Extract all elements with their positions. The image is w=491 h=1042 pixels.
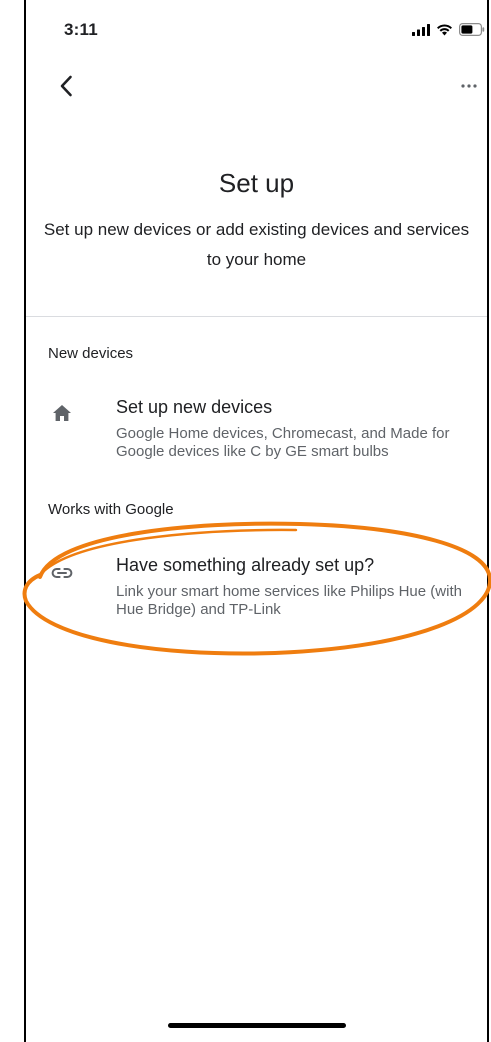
page-header: Set up Set up new devices or add existin…	[26, 168, 487, 275]
page-subtitle: Set up new devices or add existing devic…	[43, 220, 470, 269]
chevron-left-icon	[60, 75, 72, 97]
back-button[interactable]	[52, 72, 80, 100]
more-options-button[interactable]	[455, 74, 483, 98]
item-description: Link your smart home services like Phili…	[116, 583, 462, 618]
item-description: Google Home devices, Chromecast, and Mad…	[116, 425, 450, 460]
home-icon	[50, 401, 74, 425]
item-text: Set up new devices Google Home devices, …	[116, 396, 483, 461]
cellular-signal-icon	[412, 23, 430, 41]
link-icon	[50, 561, 74, 585]
item-text: Have something already set up? Link your…	[116, 554, 483, 619]
status-time: 3:11	[64, 20, 98, 39]
wifi-icon	[436, 23, 453, 41]
home-indicator	[167, 1023, 346, 1028]
header-divider	[26, 316, 487, 317]
app-screen: 3:11 Set up Set up new devices or add ex…	[24, 0, 489, 1042]
status-bar: 3:11	[26, 0, 487, 62]
battery-icon	[459, 23, 485, 41]
status-icons	[412, 23, 485, 41]
top-app-bar	[26, 62, 487, 112]
section-label-new-devices: New devices	[48, 345, 134, 362]
link-existing-services-item[interactable]: Have something already set up? Link your…	[26, 554, 487, 622]
page-title: Set up	[218, 168, 295, 198]
set-up-new-devices-item[interactable]: Set up new devices Google Home devices, …	[26, 396, 487, 464]
item-title: Set up new devices	[116, 397, 273, 417]
section-label-works-with-google: Works with Google	[48, 501, 174, 518]
more-horizontal-icon	[461, 84, 477, 88]
item-title: Have something already set up?	[116, 555, 375, 575]
